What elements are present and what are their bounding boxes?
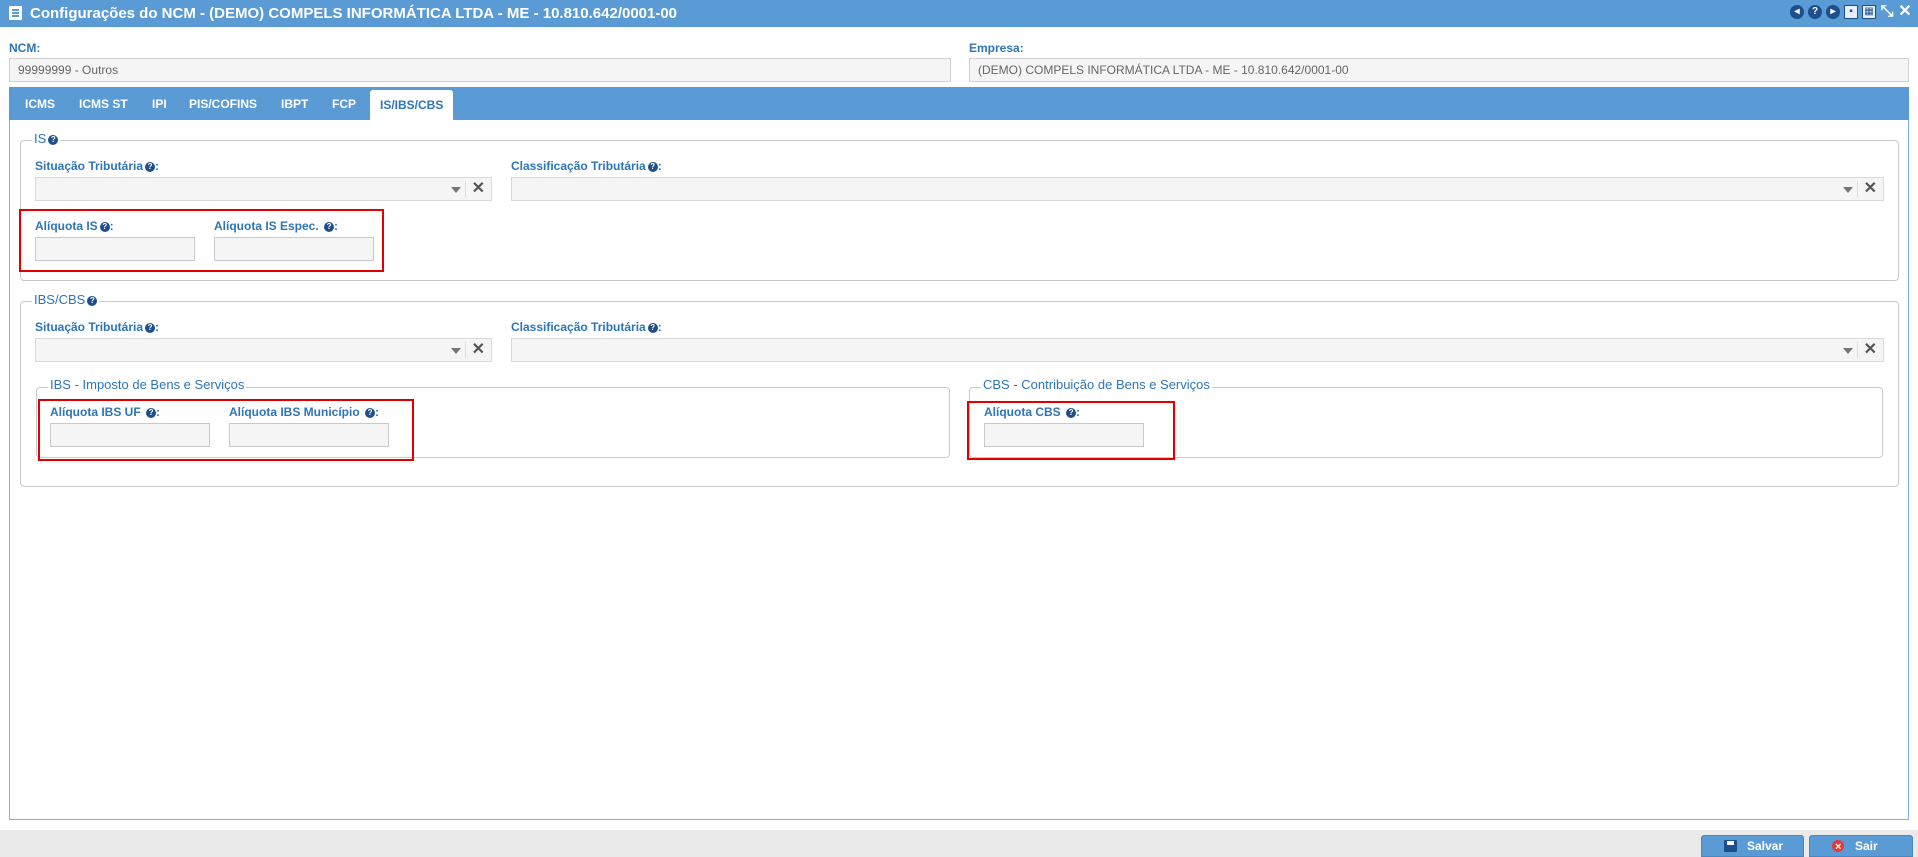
chevron-down-icon[interactable] <box>451 348 461 354</box>
help-icon[interactable]: ? <box>1808 5 1822 19</box>
chevron-down-icon[interactable] <box>1843 348 1853 354</box>
chevron-down-icon[interactable] <box>1843 187 1853 193</box>
highlight-box <box>38 399 414 461</box>
play-icon[interactable]: ▸ <box>1826 5 1840 19</box>
fullscreen-icon[interactable]: ⤡ <box>1880 4 1894 20</box>
window-titlebar: Configurações do NCM - (DEMO) COMPELS IN… <box>0 0 1918 27</box>
footer-bar: Salvar Sair <box>0 830 1918 857</box>
cbs-legend: CBS - Contribuição de Bens e Serviços <box>981 377 1212 392</box>
help-icon[interactable]: ? <box>145 323 156 333</box>
save-button-label: Salvar <box>1747 839 1784 853</box>
ibscbs-classificacao-label: Classificação Tributária?: <box>511 320 662 334</box>
tab-icms[interactable]: ICMS <box>25 97 55 111</box>
clear-icon[interactable]: ✕ <box>472 179 485 199</box>
edit-icon <box>9 6 22 20</box>
tab-fcp[interactable]: FCP <box>332 97 356 111</box>
print-icon[interactable]: ▪ <box>1844 5 1858 19</box>
exit-button[interactable]: Sair <box>1809 835 1913 857</box>
ibscbs-situacao-label: Situação Tributária?: <box>35 320 160 334</box>
help-icon[interactable]: ? <box>87 296 98 306</box>
tab-ipi[interactable]: IPI <box>152 97 167 111</box>
exit-button-label: Sair <box>1855 839 1878 853</box>
tab-is-ibs-cbs[interactable]: IS/IBS/CBS <box>370 90 454 120</box>
clear-icon[interactable]: ✕ <box>1864 179 1877 199</box>
ibscbs-classificacao-select[interactable]: ✕ <box>511 338 1884 362</box>
empresa-field[interactable]: (DEMO) COMPELS INFORMÁTICA LTDA - ME - 1… <box>969 58 1909 82</box>
divider <box>1857 181 1858 197</box>
window-toolbar: ◂ ? ▸ ▪ ▦ ⤡ ✕ <box>1790 4 1912 20</box>
is-classificacao-select[interactable]: ✕ <box>511 177 1884 201</box>
help-icon[interactable]: ? <box>647 162 658 172</box>
is-legend: IS? <box>32 131 61 146</box>
ncm-label: NCM: <box>9 41 41 55</box>
is-situacao-label: Situação Tributária?: <box>35 159 160 173</box>
is-situacao-select[interactable]: ✕ <box>35 177 492 201</box>
clear-icon[interactable]: ✕ <box>472 340 485 360</box>
tab-pis-cofins[interactable]: PIS/COFINS <box>189 97 257 111</box>
chevron-down-icon[interactable] <box>451 187 461 193</box>
highlight-box <box>967 401 1175 460</box>
help-icon[interactable]: ? <box>647 323 658 333</box>
back-icon[interactable]: ◂ <box>1790 5 1804 19</box>
exit-icon <box>1832 837 1844 857</box>
is-classificacao-label: Classificação Tributária?: <box>511 159 662 173</box>
ibscbs-legend: IBS/CBS? <box>32 292 100 307</box>
ibs-legend: IBS - Imposto de Bens e Serviços <box>48 377 247 392</box>
save-icon <box>1724 840 1737 852</box>
help-icon[interactable]: ? <box>48 135 59 145</box>
calendar-icon[interactable]: ▦ <box>1862 5 1876 19</box>
divider <box>1857 342 1858 358</box>
ncm-field[interactable]: 99999999 - Outros <box>9 58 951 82</box>
tab-bar: ICMS ICMS ST IPI PIS/COFINS IBPT FCP IS/… <box>9 87 1909 120</box>
save-button[interactable]: Salvar <box>1701 835 1804 857</box>
tab-ibpt[interactable]: IBPT <box>281 97 308 111</box>
window-title: Configurações do NCM - (DEMO) COMPELS IN… <box>30 5 678 22</box>
empresa-label: Empresa: <box>969 41 1024 55</box>
divider <box>465 181 466 197</box>
clear-icon[interactable]: ✕ <box>1864 340 1877 360</box>
highlight-box <box>19 209 384 272</box>
ibscbs-situacao-select[interactable]: ✕ <box>35 338 492 362</box>
tab-icms-st[interactable]: ICMS ST <box>79 97 128 111</box>
divider <box>465 342 466 358</box>
close-icon[interactable]: ✕ <box>1898 4 1912 20</box>
help-icon[interactable]: ? <box>145 162 156 172</box>
